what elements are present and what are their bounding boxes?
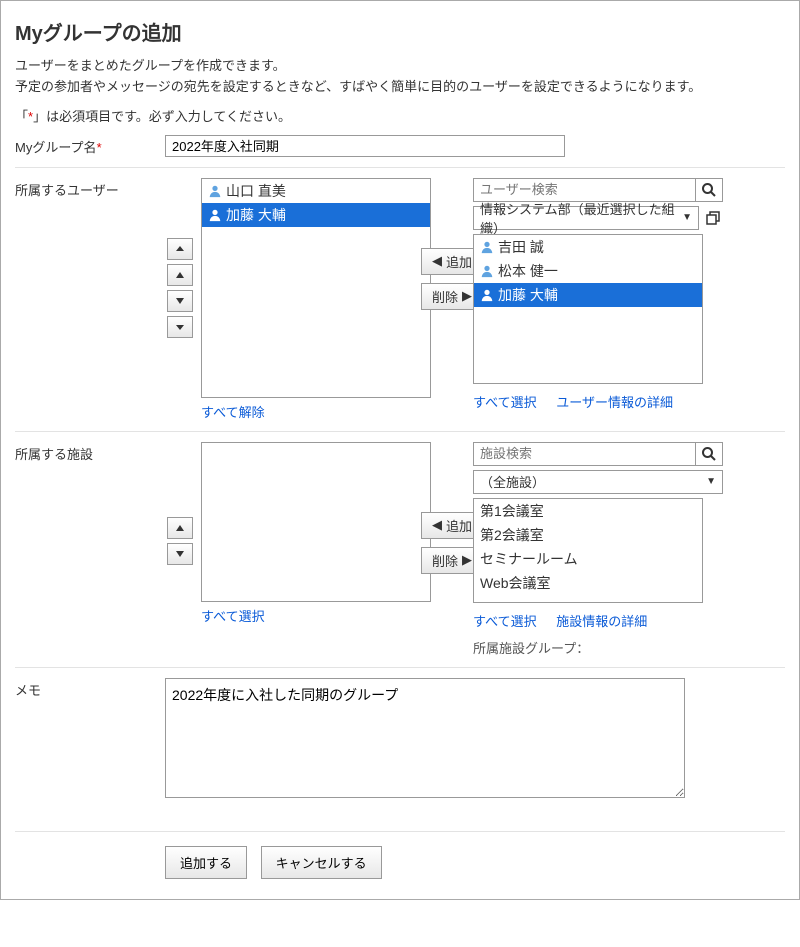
triangle-right-icon: ▶: [462, 552, 472, 568]
popout-icon: [705, 210, 721, 226]
org-picker-popout-button[interactable]: [703, 208, 723, 228]
list-item[interactable]: セミナールーム: [474, 547, 702, 571]
list-item[interactable]: 松本 健一: [474, 259, 702, 283]
triangle-left-icon: ◀: [432, 517, 442, 533]
required-mark: *: [97, 140, 102, 155]
move-up-button[interactable]: [167, 517, 193, 539]
memo-textarea[interactable]: [165, 678, 685, 798]
page-container: Myグループの追加 ユーザーをまとめたグループを作成できます。 予定の参加者やメ…: [0, 0, 800, 900]
move-top-button[interactable]: [167, 238, 193, 260]
facilities-details-link[interactable]: 施設情報の詳細: [556, 611, 647, 630]
search-icon: [701, 182, 717, 198]
users-candidate-listbox[interactable]: 吉田 誠松本 健一加藤 大輔: [473, 234, 703, 384]
group-name-input[interactable]: [165, 135, 565, 157]
triangle-right-icon: ▶: [462, 288, 472, 304]
dropdown-arrow-icon: ▼: [682, 212, 692, 223]
row-facilities: 所属する施設 すべて選択: [15, 431, 785, 667]
facilities-left-select-all-link[interactable]: すべて選択: [201, 606, 265, 625]
list-item-label: 松本 健一: [498, 261, 558, 281]
list-item[interactable]: Web会議室: [474, 571, 702, 595]
users-select-all-link[interactable]: すべて選択: [473, 392, 537, 411]
list-item[interactable]: 第1会議室: [474, 499, 702, 523]
desc-line-2: 予定の参加者やメッセージの宛先を設定するときなど、すばやく簡単に目的のユーザーを…: [15, 79, 701, 94]
facility-category-select[interactable]: （全施設） ▼: [473, 470, 723, 494]
transfer-button-col: ◀ 追加 削除 ▶: [437, 178, 467, 421]
user-icon: [480, 240, 494, 254]
facility-search-button[interactable]: [695, 442, 723, 466]
chevron-down-icon: [175, 296, 185, 306]
reorder-arrow-col: [165, 178, 195, 421]
user-icon: [480, 288, 494, 302]
user-icon: [480, 264, 494, 278]
facilities-select-all-link[interactable]: すべて選択: [473, 611, 537, 630]
list-item[interactable]: 山口 直美: [202, 179, 430, 203]
list-item-label: 加藤 大輔: [498, 285, 558, 305]
list-item-label: 第1会議室: [480, 501, 544, 521]
label-facilities: 所属する施設: [15, 442, 165, 463]
search-icon: [701, 446, 717, 462]
list-item-label: 吉田 誠: [498, 237, 544, 257]
row-memo: メモ: [15, 667, 785, 811]
reorder-arrow-col: [165, 442, 195, 657]
move-bottom-button[interactable]: [167, 316, 193, 338]
facilities-selected-listbox[interactable]: [201, 442, 431, 602]
chevron-down-icon: [175, 549, 185, 559]
users-details-link[interactable]: ユーザー情報の詳細: [556, 392, 673, 411]
list-item[interactable]: 吉田 誠: [474, 235, 702, 259]
user-icon: [208, 184, 222, 198]
list-item[interactable]: 加藤 大輔: [474, 283, 702, 307]
cancel-button[interactable]: キャンセルする: [261, 846, 382, 879]
row-users: 所属するユーザー: [15, 167, 785, 431]
org-select[interactable]: 情報システム部（最近選択した組織） ▼: [473, 206, 699, 230]
chevron-bottom-icon: [174, 321, 186, 333]
dropdown-arrow-icon: ▼: [706, 476, 716, 487]
list-item-label: 山口 直美: [226, 181, 286, 201]
page-description: ユーザーをまとめたグループを作成できます。 予定の参加者やメッセージの宛先を設定…: [15, 56, 785, 98]
label-users: 所属するユーザー: [15, 178, 165, 199]
row-group-name: Myグループ名*: [15, 133, 785, 167]
list-item[interactable]: 加藤 大輔: [202, 203, 430, 227]
facility-group-note: 所属施設グループ：: [473, 638, 723, 657]
list-item[interactable]: 第2会議室: [474, 523, 702, 547]
label-memo: メモ: [15, 678, 165, 699]
facilities-candidate-listbox[interactable]: 第1会議室第2会議室セミナールーム Web会議室: [473, 498, 703, 603]
list-item-label: セミナールーム: [480, 549, 578, 569]
user-icon: [208, 208, 222, 222]
list-item-label: 第2会議室: [480, 525, 544, 545]
users-selected-listbox[interactable]: 山口 直美加藤 大輔: [201, 178, 431, 398]
user-search-button[interactable]: [695, 178, 723, 202]
chevron-up-icon: [175, 270, 185, 280]
users-clear-all-link[interactable]: すべて解除: [201, 402, 265, 421]
move-down-button[interactable]: [167, 290, 193, 312]
chevron-top-icon: [174, 243, 186, 255]
facility-search-input[interactable]: [473, 442, 695, 466]
list-item-label: 加藤 大輔: [226, 205, 286, 225]
label-group-name: Myグループ名*: [15, 135, 165, 156]
desc-line-1: ユーザーをまとめたグループを作成できます。: [15, 58, 286, 73]
list-item-label: Web会議室: [480, 573, 551, 593]
required-note: 「*」は必須項目です。必ず入力してください。: [15, 106, 785, 125]
triangle-left-icon: ◀: [432, 253, 442, 269]
move-up-button[interactable]: [167, 264, 193, 286]
move-down-button[interactable]: [167, 543, 193, 565]
transfer-button-col: ◀ 追加 削除 ▶: [437, 442, 467, 657]
button-row: 追加する キャンセルする: [15, 831, 785, 879]
submit-button[interactable]: 追加する: [165, 846, 247, 879]
page-title: Myグループの追加: [15, 17, 785, 46]
chevron-up-icon: [175, 523, 185, 533]
